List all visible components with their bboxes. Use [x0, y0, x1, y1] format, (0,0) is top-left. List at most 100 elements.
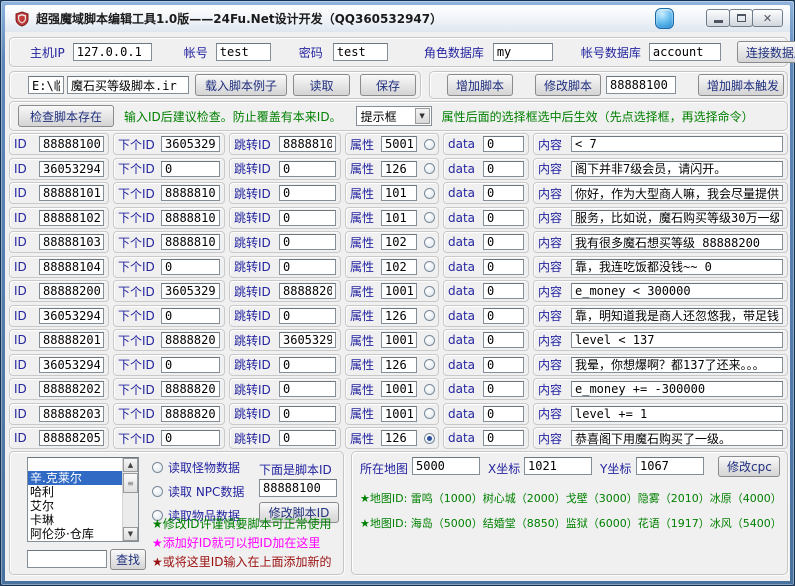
- save-button[interactable]: 保存: [360, 74, 416, 96]
- grid-attr-input[interactable]: [381, 185, 417, 201]
- grid-attr-radio[interactable]: [424, 286, 435, 297]
- scroll-thumb[interactable]: ≡: [123, 473, 138, 493]
- grid-id-input[interactable]: [39, 332, 104, 348]
- grid-attr-radio[interactable]: [424, 212, 435, 223]
- minimize-button[interactable]: [706, 9, 730, 27]
- grid-next-input[interactable]: [161, 259, 220, 275]
- npc-list-item[interactable]: 卡琳: [28, 513, 122, 527]
- scroll-down-icon[interactable]: ▼: [123, 527, 138, 541]
- grid-next-input[interactable]: [161, 185, 220, 201]
- script-file-input[interactable]: [67, 76, 189, 94]
- grid-attr-input[interactable]: [381, 430, 417, 446]
- npc-listbox[interactable]: 辛.克莱尔哈利艾尔卡琳阿伦莎·仓库法露西·首饰店 ▲ ≡ ▼: [27, 457, 139, 542]
- grid-next-input[interactable]: [161, 430, 220, 446]
- password-input[interactable]: [333, 43, 388, 61]
- grid-id-input[interactable]: [39, 430, 104, 446]
- grid-id-input[interactable]: [39, 161, 104, 177]
- grid-id-input[interactable]: [39, 357, 104, 373]
- grid-attr-input[interactable]: [381, 332, 417, 348]
- grid-attr-input[interactable]: [381, 283, 417, 299]
- grid-next-input[interactable]: [161, 406, 220, 422]
- grid-content-input[interactable]: [571, 406, 783, 422]
- grid-next-input[interactable]: [161, 210, 220, 226]
- grid-jump-input[interactable]: [279, 136, 336, 152]
- grid-attr-radio[interactable]: [424, 237, 435, 248]
- grid-attr-radio[interactable]: [424, 335, 435, 346]
- grid-jump-input[interactable]: [279, 234, 336, 250]
- grid-id-input[interactable]: [39, 234, 104, 250]
- grid-jump-input[interactable]: [279, 210, 336, 226]
- grid-data-input[interactable]: [483, 259, 524, 275]
- maximize-button[interactable]: [729, 9, 753, 27]
- grid-content-input[interactable]: [571, 136, 783, 152]
- grid-next-input[interactable]: [161, 136, 220, 152]
- bottom-script-id-input[interactable]: [259, 479, 337, 497]
- read-monster-radio-row[interactable]: 读取怪物数据: [152, 459, 240, 476]
- title-bar[interactable]: 超强魔域脚本编辑工具1.0版——24Fu.Net设计开发（QQ360532947…: [5, 5, 790, 32]
- npc-list-scrollbar[interactable]: ▲ ≡ ▼: [122, 458, 138, 541]
- grid-attr-input[interactable]: [381, 210, 417, 226]
- x-coord-input[interactable]: [524, 457, 592, 475]
- path-input[interactable]: [28, 76, 64, 94]
- grid-data-input[interactable]: [483, 430, 524, 446]
- npc-list-item[interactable]: 艾尔: [28, 499, 122, 513]
- grid-next-input[interactable]: [161, 161, 220, 177]
- scroll-up-icon[interactable]: ▲: [123, 458, 138, 472]
- host-ip-input[interactable]: [73, 43, 152, 61]
- grid-jump-input[interactable]: [279, 283, 336, 299]
- grid-next-input[interactable]: [161, 283, 220, 299]
- read-npc-radio[interactable]: [152, 486, 163, 497]
- grid-data-input[interactable]: [483, 185, 524, 201]
- account-input[interactable]: [216, 43, 271, 61]
- grid-content-input[interactable]: [571, 283, 783, 299]
- load-example-button[interactable]: 载入脚本例子: [195, 74, 287, 96]
- find-input[interactable]: [27, 550, 107, 568]
- grid-attr-input[interactable]: [381, 406, 417, 422]
- connect-db-button[interactable]: 连接数据库: [737, 41, 795, 63]
- grid-data-input[interactable]: [483, 308, 524, 324]
- grid-data-input[interactable]: [483, 161, 524, 177]
- grid-content-input[interactable]: [571, 210, 783, 226]
- grid-jump-input[interactable]: [279, 406, 336, 422]
- grid-jump-input[interactable]: [279, 161, 336, 177]
- grid-jump-input[interactable]: [279, 332, 336, 348]
- grid-id-input[interactable]: [39, 185, 104, 201]
- grid-data-input[interactable]: [483, 406, 524, 422]
- grid-attr-input[interactable]: [381, 259, 417, 275]
- grid-jump-input[interactable]: [279, 308, 336, 324]
- grid-id-input[interactable]: [39, 308, 104, 324]
- grid-next-input[interactable]: [161, 381, 220, 397]
- grid-attr-input[interactable]: [381, 381, 417, 397]
- read-button[interactable]: 读取: [293, 74, 350, 96]
- grid-attr-radio[interactable]: [424, 163, 435, 174]
- grid-id-input[interactable]: [39, 406, 104, 422]
- gem-icon[interactable]: [655, 8, 674, 29]
- grid-attr-input[interactable]: [381, 136, 417, 152]
- script-id-input[interactable]: [606, 76, 676, 94]
- grid-attr-input[interactable]: [381, 308, 417, 324]
- add-script-button[interactable]: 增加脚本: [447, 74, 513, 96]
- grid-attr-radio[interactable]: [424, 310, 435, 321]
- grid-jump-input[interactable]: [279, 357, 336, 373]
- grid-data-input[interactable]: [483, 332, 524, 348]
- npc-list-item[interactable]: 阿伦莎·仓库: [28, 527, 122, 541]
- grid-content-input[interactable]: [571, 332, 783, 348]
- find-button[interactable]: 查找: [110, 549, 146, 570]
- grid-next-input[interactable]: [161, 234, 220, 250]
- account-db-input[interactable]: [649, 43, 721, 61]
- grid-id-input[interactable]: [39, 259, 104, 275]
- npc-list-item[interactable]: 哈利: [28, 485, 122, 499]
- grid-id-input[interactable]: [39, 210, 104, 226]
- grid-jump-input[interactable]: [279, 430, 336, 446]
- grid-next-input[interactable]: [161, 357, 220, 373]
- grid-content-input[interactable]: [571, 357, 783, 373]
- chevron-down-icon[interactable]: ▼: [415, 108, 430, 124]
- grid-attr-input[interactable]: [381, 161, 417, 177]
- grid-data-input[interactable]: [483, 381, 524, 397]
- map-input[interactable]: [412, 457, 480, 475]
- y-coord-input[interactable]: [636, 457, 704, 475]
- grid-id-input[interactable]: [39, 136, 104, 152]
- grid-jump-input[interactable]: [279, 381, 336, 397]
- grid-content-input[interactable]: [571, 234, 783, 250]
- grid-content-input[interactable]: [571, 185, 783, 201]
